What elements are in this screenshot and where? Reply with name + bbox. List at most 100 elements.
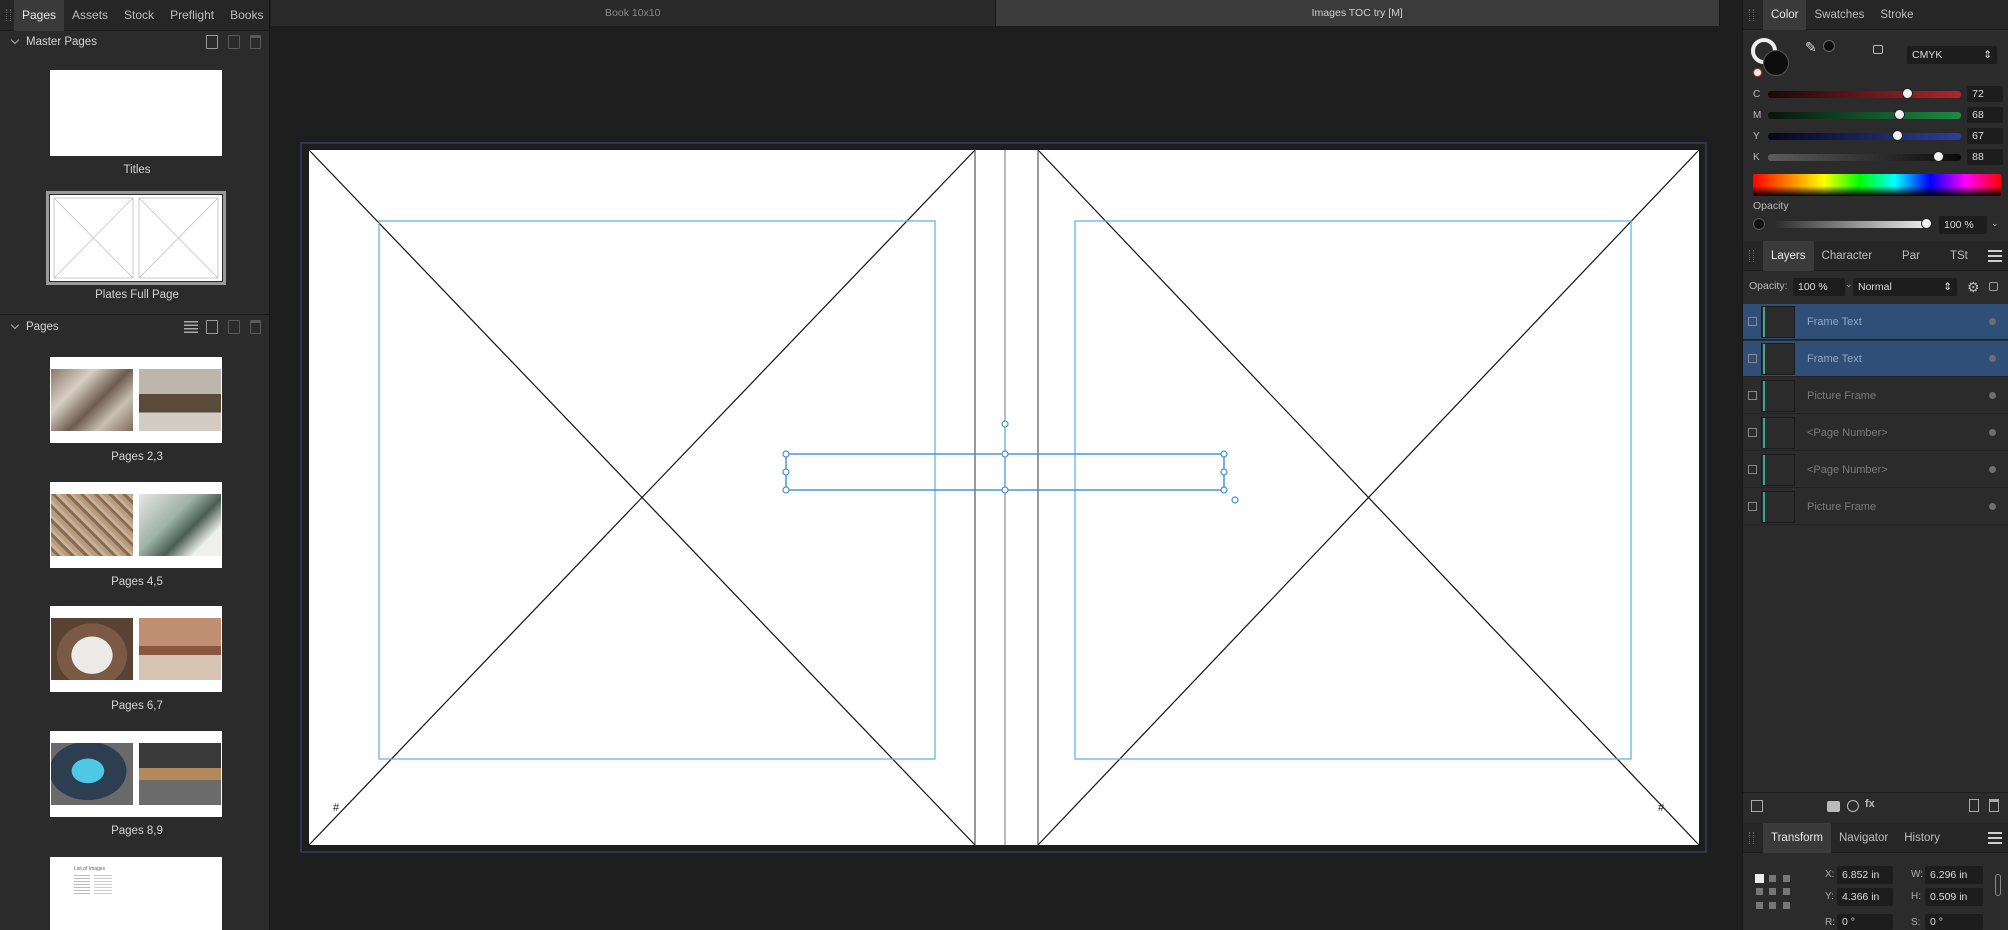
y-field[interactable]: 4.366 in (1837, 888, 1893, 906)
lock-icon[interactable] (1989, 282, 1998, 291)
w-field[interactable]: 6.296 in (1925, 866, 1983, 884)
layer-type-icon[interactable] (1743, 391, 1761, 400)
tab-transform[interactable]: Transform (1763, 822, 1831, 853)
magenta-slider[interactable] (1767, 108, 1962, 120)
visibility-dot-icon[interactable] (1989, 429, 1996, 436)
page-spread-item[interactable]: Pages 4,5 (50, 482, 224, 588)
tab-stroke[interactable]: Stroke (1872, 0, 1921, 30)
layer-row[interactable]: Frame Text (1743, 304, 2008, 340)
mask-icon[interactable] (1827, 801, 1840, 812)
cyan-value[interactable]: 72 (1967, 86, 2004, 102)
layer-type-icon[interactable] (1743, 428, 1761, 437)
layer-row[interactable]: Frame Text (1743, 341, 2008, 377)
tab-pages[interactable]: Pages (14, 0, 65, 31)
spectrum-picker[interactable] (1753, 174, 2001, 196)
rotation-field[interactable]: 0 ° (1837, 914, 1893, 930)
chevron-down-icon[interactable] (10, 37, 20, 47)
tab-paragraph[interactable]: Par (1894, 241, 1928, 271)
spread-thumbnail[interactable] (50, 482, 222, 568)
layer-opacity-field[interactable]: 100 % (1793, 278, 1845, 296)
anchor-point-selector[interactable] (1753, 872, 1793, 912)
gear-icon[interactable]: ⚙ (1967, 279, 1980, 296)
opacity-slider[interactable] (1773, 218, 1932, 229)
layer-type-icon[interactable] (1743, 354, 1761, 363)
pages-header[interactable]: Pages (0, 316, 269, 338)
tab-color[interactable]: Color (1763, 0, 1807, 30)
panel-grip-icon[interactable] (6, 9, 12, 21)
fill-stroke-swatch[interactable] (1751, 38, 1791, 78)
black-value[interactable]: 88 (1967, 149, 2004, 165)
tab-character[interactable]: Character (1814, 241, 1881, 271)
blend-mode-select[interactable]: Normal ⇕ (1853, 278, 1957, 296)
delete-master-icon[interactable] (250, 35, 261, 49)
adjustment-icon[interactable] (1847, 800, 1859, 812)
h-field[interactable]: 0.509 in (1925, 888, 1983, 906)
spread-artwork[interactable] (271, 26, 1720, 930)
chevron-down-icon[interactable] (10, 322, 20, 332)
tab-stock[interactable]: Stock (116, 0, 162, 31)
layer-row[interactable]: Picture Frame (1743, 378, 2008, 414)
master-thumbnail-titles[interactable] (50, 70, 222, 156)
layer-type-icon[interactable] (1743, 317, 1761, 326)
slider-knob[interactable] (1892, 129, 1904, 141)
link-ratio-icon[interactable] (1995, 874, 2001, 896)
tab-assets[interactable]: Assets (64, 0, 116, 31)
tab-navigator[interactable]: Navigator (1831, 823, 1896, 853)
layer-type-icon[interactable] (1743, 465, 1761, 474)
eyedropper-icon[interactable]: ✎ (1805, 39, 1821, 55)
slider-knob[interactable] (1901, 87, 1913, 99)
duplicate-page-icon[interactable] (228, 320, 240, 334)
lock-icon[interactable] (1873, 45, 1883, 54)
spread-thumbnail[interactable] (50, 606, 222, 692)
master-page-item[interactable]: Titles (50, 70, 224, 176)
tab-history[interactable]: History (1896, 823, 1948, 853)
layer-row[interactable]: <Page Number> (1743, 415, 2008, 451)
add-page-icon[interactable] (206, 320, 218, 334)
x-field[interactable]: 6.852 in (1837, 866, 1893, 884)
cyan-slider[interactable] (1767, 87, 1962, 99)
panel-menu-icon[interactable] (1988, 249, 2002, 262)
page-layout-icon[interactable] (184, 320, 198, 334)
page-spread-item[interactable]: List of Images (50, 857, 224, 930)
visibility-dot-icon[interactable] (1989, 466, 1996, 473)
master-pages-header[interactable]: Master Pages (0, 31, 269, 53)
fx-icon[interactable]: fx (1865, 798, 1875, 810)
page-spread-item[interactable]: Pages 2,3 (50, 357, 224, 463)
panel-grip-icon[interactable] (1749, 8, 1761, 21)
doc-tab-book[interactable]: Book 10x10 (271, 0, 996, 26)
yellow-value[interactable]: 67 (1967, 128, 2004, 144)
page-spread-item[interactable]: Pages 8,9 (50, 731, 224, 837)
panel-grip-icon[interactable] (1749, 831, 1761, 844)
tab-swatches[interactable]: Swatches (1806, 0, 1872, 30)
spread-thumbnail[interactable] (50, 357, 222, 443)
layer-row[interactable]: <Page Number> (1743, 452, 2008, 488)
add-master-icon[interactable] (206, 35, 218, 49)
doc-tab-images-toc[interactable]: Images TOC try [M] (995, 0, 1720, 26)
yellow-slider[interactable] (1767, 129, 1962, 141)
panel-menu-icon[interactable] (1988, 831, 2002, 844)
shear-field[interactable]: 0 ° (1925, 914, 1983, 930)
panel-grip-icon[interactable] (1749, 249, 1761, 262)
chevron-down-icon[interactable]: ⌄ (1991, 218, 1999, 229)
slider-knob[interactable] (1894, 108, 1906, 120)
layer-row[interactable]: Picture Frame (1743, 489, 2008, 525)
master-page-item[interactable]: Plates Full Page (46, 191, 226, 301)
arrange-icon[interactable] (1751, 800, 1763, 812)
spread-thumbnail[interactable] (50, 731, 222, 817)
master-thumbnail-plates[interactable] (46, 191, 226, 285)
black-slider[interactable] (1767, 150, 1962, 162)
anchor-grid-icon[interactable] (1753, 872, 1793, 912)
tab-books[interactable]: Books (222, 0, 271, 31)
visibility-dot-icon[interactable] (1989, 318, 1996, 325)
magenta-value[interactable]: 68 (1967, 107, 2004, 123)
picked-color-swatch[interactable] (1823, 40, 1835, 52)
tab-preflight[interactable]: Preflight (162, 0, 222, 31)
visibility-dot-icon[interactable] (1989, 392, 1996, 399)
chevron-down-icon[interactable]: ⌄ (1845, 279, 1853, 290)
color-model-select[interactable]: CMYK ⇕ (1907, 46, 1997, 64)
add-layer-icon[interactable] (1969, 799, 1979, 812)
spread-thumbnail[interactable]: List of Images (50, 857, 222, 930)
slider-knob[interactable] (1932, 150, 1944, 162)
delete-layer-icon[interactable] (1989, 799, 1999, 812)
slider-knob[interactable] (1921, 218, 1932, 229)
